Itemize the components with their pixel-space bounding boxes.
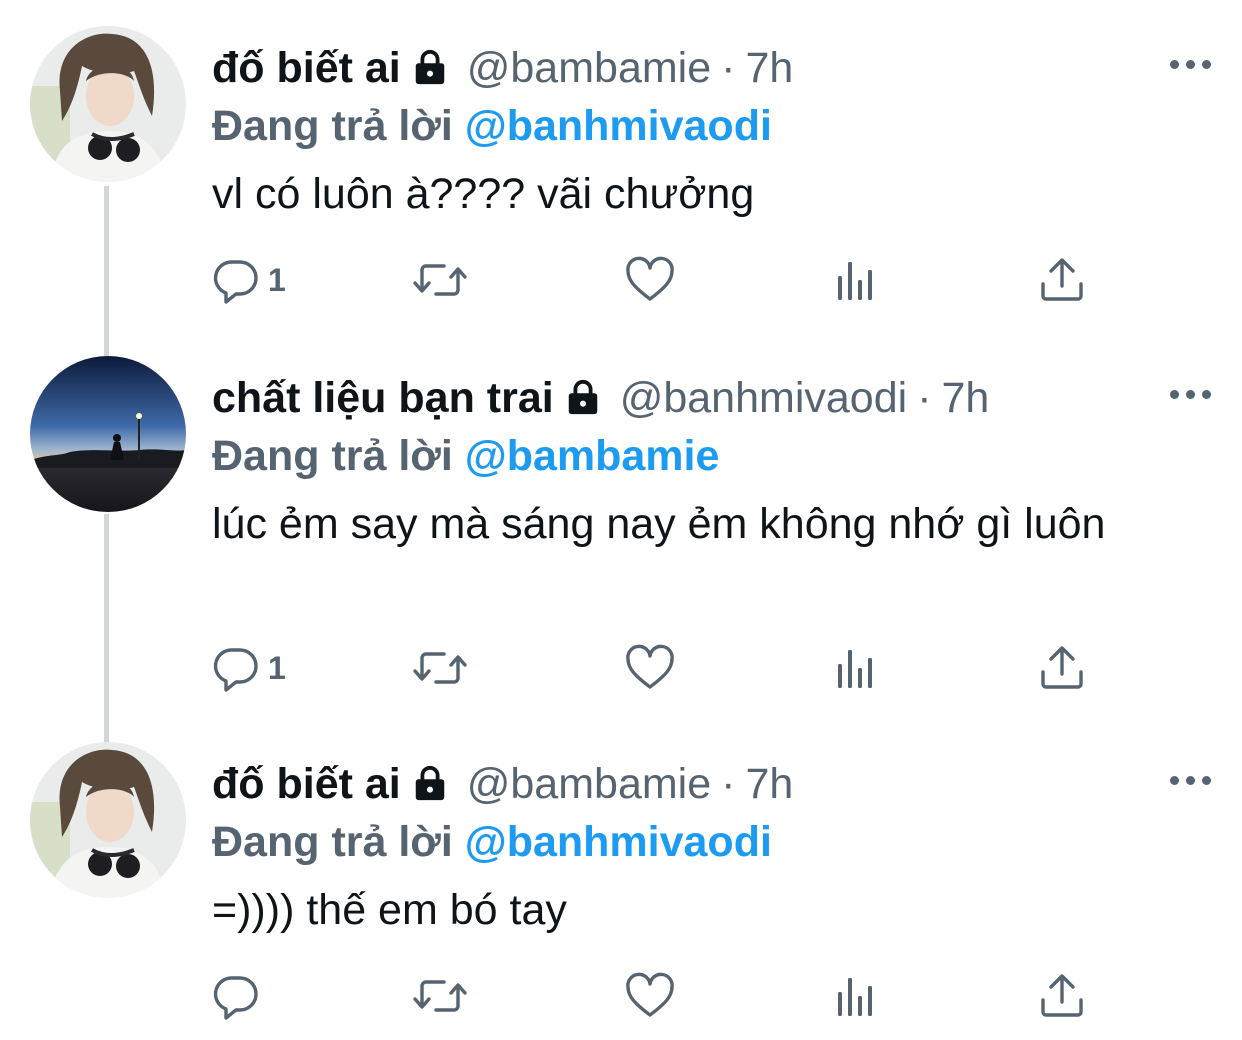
avatar-image xyxy=(30,742,186,898)
action-bar xyxy=(212,968,1112,1024)
share-button[interactable] xyxy=(1038,252,1086,308)
share-icon xyxy=(1038,644,1086,692)
like-icon xyxy=(625,972,675,1020)
timestamp[interactable]: 7h xyxy=(942,374,990,422)
retweet-icon xyxy=(412,972,468,1020)
lock-icon xyxy=(411,764,449,802)
avatar[interactable] xyxy=(30,356,186,512)
reply-prefix: Đang trả lời xyxy=(212,102,453,150)
more-icon[interactable] xyxy=(1170,764,1212,794)
reply-button[interactable]: 1 xyxy=(212,640,286,696)
display-name[interactable]: chất liệu bạn trai xyxy=(212,374,554,422)
share-button[interactable] xyxy=(1038,640,1086,696)
replying-to: Đang trả lời @banhmivaodi xyxy=(212,98,772,154)
separator-dot: · xyxy=(917,374,932,422)
analytics-button[interactable] xyxy=(834,252,878,308)
analytics-icon xyxy=(834,258,878,302)
action-bar: 1 xyxy=(212,252,1112,308)
display-name[interactable]: đố biết ai xyxy=(212,44,401,92)
analytics-button[interactable] xyxy=(834,640,878,696)
lock-icon xyxy=(411,48,449,86)
retweet-button[interactable] xyxy=(412,968,468,1024)
like-icon xyxy=(625,644,675,692)
like-button[interactable] xyxy=(625,640,675,696)
reply-target-link[interactable]: @banhmivaodi xyxy=(465,818,772,866)
reply-icon xyxy=(212,644,260,692)
tweet-text: vl có luôn à???? vãi chưởng xyxy=(212,170,755,218)
retweet-icon xyxy=(412,256,468,304)
like-icon xyxy=(625,256,675,304)
reply-prefix: Đang trả lời xyxy=(212,432,453,480)
display-name[interactable]: đố biết ai xyxy=(212,760,401,808)
analytics-icon xyxy=(834,974,878,1018)
timestamp[interactable]: 7h xyxy=(745,760,793,808)
reply-count: 1 xyxy=(268,649,286,686)
action-bar: 1 xyxy=(212,640,1112,696)
user-handle[interactable]: @bambamie xyxy=(467,44,711,92)
replying-to: Đang trả lời @banhmivaodi xyxy=(212,814,772,870)
more-icon[interactable] xyxy=(1170,378,1212,408)
like-button[interactable] xyxy=(625,968,675,1024)
tweet-header: đố biết ai @bambamie · 7h xyxy=(212,756,793,812)
analytics-button[interactable] xyxy=(834,968,878,1024)
reply-button[interactable] xyxy=(212,968,268,1024)
reply-count: 1 xyxy=(268,261,286,298)
share-icon xyxy=(1038,256,1086,304)
tweet[interactable]: đố biết ai @bambamie · 7h Đang trả lời @ban… xyxy=(0,742,1242,1040)
more-icon[interactable] xyxy=(1170,48,1212,78)
tweet[interactable]: đố biết ai @bambamie · 7h Đang trả lời @ban… xyxy=(0,26,1242,326)
tweet[interactable]: chất liệu bạn trai @banhmivaodi · 7h Đang t… xyxy=(0,356,1242,716)
avatar-image xyxy=(30,26,186,182)
tweet-text: lúc ẻm say mà sáng nay ẻm không nhớ gì l… xyxy=(212,500,1106,548)
reply-target-link[interactable]: @bambamie xyxy=(465,432,720,480)
user-handle[interactable]: @banhmivaodi xyxy=(620,374,907,422)
timestamp[interactable]: 7h xyxy=(745,44,793,92)
lock-icon xyxy=(564,378,602,416)
analytics-icon xyxy=(834,646,878,690)
reply-button[interactable]: 1 xyxy=(212,252,286,308)
share-button[interactable] xyxy=(1038,968,1086,1024)
user-handle[interactable]: @bambamie xyxy=(467,760,711,808)
tweet-header: đố biết ai @bambamie · 7h xyxy=(212,40,793,96)
replying-to: Đang trả lời @bambamie xyxy=(212,428,719,484)
tweet-text: =)))) thế em bó tay xyxy=(212,886,567,934)
tweet-header: chất liệu bạn trai @banhmivaodi · 7h xyxy=(212,370,989,426)
reply-icon xyxy=(212,256,260,304)
reply-prefix: Đang trả lời xyxy=(212,818,453,866)
separator-dot: · xyxy=(721,760,736,808)
avatar[interactable] xyxy=(30,26,186,182)
reply-icon xyxy=(212,972,260,1020)
retweet-button[interactable] xyxy=(412,252,468,308)
avatar-image xyxy=(30,356,186,512)
separator-dot: · xyxy=(721,44,736,92)
retweet-button[interactable] xyxy=(412,640,468,696)
like-button[interactable] xyxy=(625,252,675,308)
retweet-icon xyxy=(412,644,468,692)
reply-target-link[interactable]: @banhmivaodi xyxy=(465,102,772,150)
share-icon xyxy=(1038,972,1086,1020)
avatar[interactable] xyxy=(30,742,186,898)
